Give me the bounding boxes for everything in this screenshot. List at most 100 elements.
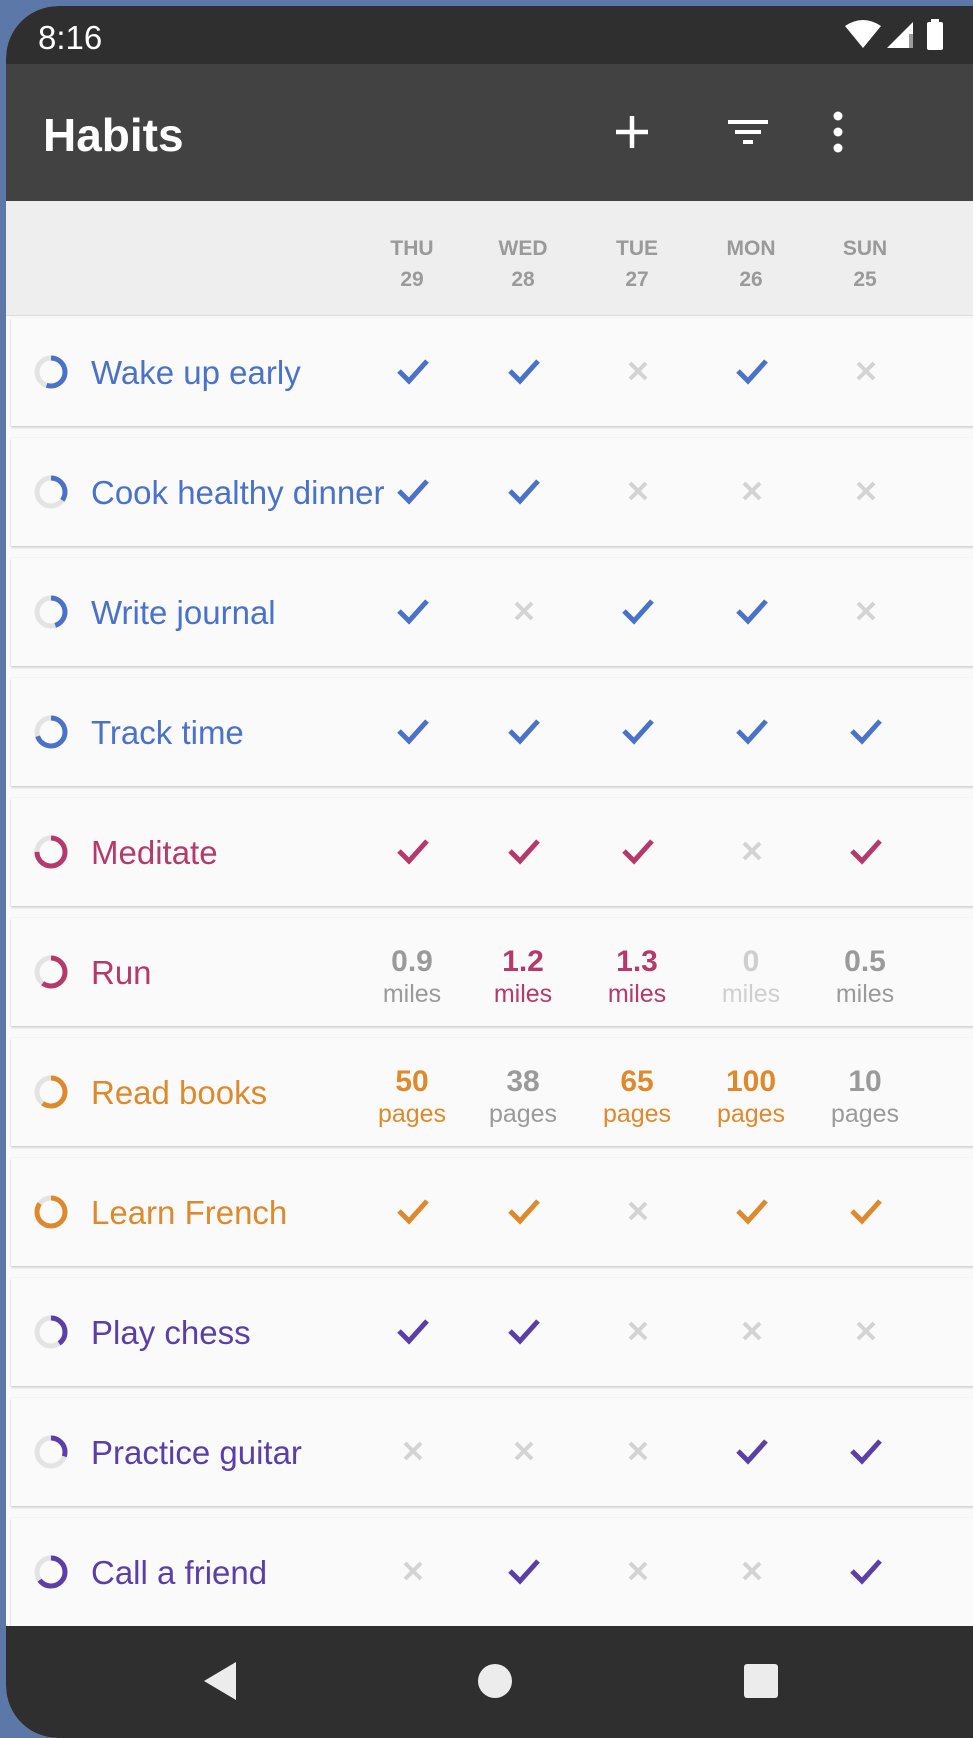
habit-row[interactable]: Meditate: [11, 798, 973, 906]
habit-checkmark-cell[interactable]: [815, 318, 915, 426]
habit-score-ring-icon: [33, 954, 69, 990]
habit-row[interactable]: Practice guitar: [11, 1398, 973, 1506]
habit-row[interactable]: Play chess: [11, 1278, 973, 1386]
habit-checkmark-cell[interactable]: [473, 1398, 573, 1506]
habit-checkmark-cell[interactable]: [362, 1398, 462, 1506]
habit-checkmark-cell[interactable]: [473, 798, 573, 906]
habit-checkmark-cell[interactable]: [701, 558, 801, 666]
habit-checkmark-cell[interactable]: [473, 318, 573, 426]
habit-checkmark-cell[interactable]: 1.2 miles: [473, 918, 573, 1026]
back-button[interactable]: [196, 1656, 246, 1706]
habit-checkmark-cell[interactable]: [362, 318, 462, 426]
habit-row[interactable]: Call a friend: [11, 1518, 973, 1626]
habit-name[interactable]: Read books: [91, 1074, 267, 1112]
habit-row[interactable]: Run 0.9 miles 1.2 miles 1.3 miles 0 miles 0.5 mile…: [11, 918, 973, 1026]
habit-checkmark-cell[interactable]: [815, 678, 915, 786]
habit-unit: pages: [377, 1100, 447, 1128]
habit-checkmark-cell[interactable]: [362, 1158, 462, 1266]
habit-checkmark-cell[interactable]: [587, 798, 687, 906]
status-bar: 8:16: [6, 6, 973, 64]
habit-checkmark-cell[interactable]: [815, 1398, 915, 1506]
habit-checkmark-cell[interactable]: [587, 1278, 687, 1386]
habit-checkmark-cell[interactable]: [815, 1278, 915, 1386]
habit-checkmark-cell[interactable]: 1.3 miles: [587, 918, 687, 1026]
habit-checkmark-cell[interactable]: [701, 438, 801, 546]
habit-checkmark-cell[interactable]: 65 pages: [587, 1038, 687, 1146]
home-button[interactable]: [474, 1660, 516, 1702]
habit-checkmark-cell[interactable]: [473, 1518, 573, 1626]
habit-checkmark-cell[interactable]: 10 pages: [815, 1038, 915, 1146]
habit-checkmark-cell[interactable]: [815, 1158, 915, 1266]
habit-checkmark-cell[interactable]: [473, 558, 573, 666]
habit-row[interactable]: Cook healthy dinner: [11, 438, 973, 546]
habit-unit: miles: [382, 980, 442, 1008]
habit-row[interactable]: Read books 50 pages 38 pages 65 pages 100 pages 1…: [11, 1038, 973, 1146]
habit-checkmark-cell[interactable]: [473, 1158, 573, 1266]
x-icon: [514, 601, 534, 621]
habit-checkmark-cell[interactable]: [701, 1518, 801, 1626]
habit-checkmark-cell[interactable]: 38 pages: [473, 1038, 573, 1146]
habit-checkmark-cell[interactable]: [587, 558, 687, 666]
habit-name[interactable]: Wake up early: [91, 354, 301, 392]
check-icon: [397, 1199, 429, 1225]
habit-checkmark-cell[interactable]: [815, 1518, 915, 1626]
habit-score-ring-icon: [33, 834, 69, 870]
habit-checkmark-cell[interactable]: [362, 438, 462, 546]
habit-checkmark-cell[interactable]: 0 miles: [701, 918, 801, 1026]
habit-checkmark-cell[interactable]: [701, 798, 801, 906]
habit-name[interactable]: Track time: [91, 714, 244, 752]
habit-checkmark-cell[interactable]: [815, 798, 915, 906]
habit-checkmark-cell[interactable]: [362, 558, 462, 666]
habit-name[interactable]: Learn French: [91, 1194, 287, 1232]
habit-checkmark-cell[interactable]: [815, 438, 915, 546]
habit-checkmark-cell[interactable]: [701, 678, 801, 786]
habit-checkmark-cell[interactable]: [362, 798, 462, 906]
check-icon: [850, 719, 882, 745]
recents-button[interactable]: [740, 1660, 782, 1702]
habit-checkmark-cell[interactable]: [701, 1398, 801, 1506]
habit-name[interactable]: Cook healthy dinner: [91, 474, 385, 512]
habit-checkmark-cell[interactable]: [362, 1518, 462, 1626]
x-icon: [514, 1441, 534, 1461]
habit-checkmark-cell[interactable]: [701, 1158, 801, 1266]
habit-unit: miles: [835, 980, 895, 1008]
habit-checkmark-cell[interactable]: [587, 1158, 687, 1266]
habit-checkmark-cell[interactable]: [473, 678, 573, 786]
habit-checkmark-cell[interactable]: [362, 1278, 462, 1386]
day-column-header: MON 26: [706, 233, 796, 295]
habit-checkmark-cell[interactable]: 100 pages: [701, 1038, 801, 1146]
habit-checkmark-cell[interactable]: [815, 558, 915, 666]
habit-row[interactable]: Track time: [11, 678, 973, 786]
habit-row[interactable]: Write journal: [11, 558, 973, 666]
more-options-button[interactable]: [808, 102, 868, 162]
habit-checkmark-cell[interactable]: [701, 318, 801, 426]
habit-score-ring-icon: [33, 714, 69, 750]
add-habit-button[interactable]: [602, 102, 662, 162]
check-icon: [736, 719, 768, 745]
habit-name[interactable]: Meditate: [91, 834, 218, 872]
habit-checkmark-cell[interactable]: [587, 318, 687, 426]
day-of-week: THU: [390, 237, 434, 260]
habit-checkmark-cell[interactable]: [587, 678, 687, 786]
habit-checkmark-cell[interactable]: [701, 1278, 801, 1386]
habit-checkmark-cell[interactable]: [587, 438, 687, 546]
habit-value: 50: [395, 1065, 429, 1098]
habit-checkmark-cell[interactable]: [362, 678, 462, 786]
habit-checkmark-cell[interactable]: 0.5 miles: [815, 918, 915, 1026]
habit-unit: pages: [830, 1100, 900, 1128]
habit-name[interactable]: Play chess: [91, 1314, 251, 1352]
habit-row[interactable]: Learn French: [11, 1158, 973, 1266]
filter-button[interactable]: [718, 102, 778, 162]
habit-checkmark-cell[interactable]: 50 pages: [362, 1038, 462, 1146]
habit-checkmark-cell[interactable]: [587, 1398, 687, 1506]
habit-checkmark-cell[interactable]: [587, 1518, 687, 1626]
habit-name[interactable]: Run: [91, 954, 152, 992]
habit-name[interactable]: Call a friend: [91, 1554, 267, 1592]
habit-checkmark-cell[interactable]: [473, 438, 573, 546]
habit-checkmark-cell[interactable]: 0.9 miles: [362, 918, 462, 1026]
check-icon: [397, 839, 429, 865]
habit-checkmark-cell[interactable]: [473, 1278, 573, 1386]
habit-name[interactable]: Practice guitar: [91, 1434, 302, 1472]
habit-row[interactable]: Wake up early: [11, 318, 973, 426]
habit-name[interactable]: Write journal: [91, 594, 276, 632]
